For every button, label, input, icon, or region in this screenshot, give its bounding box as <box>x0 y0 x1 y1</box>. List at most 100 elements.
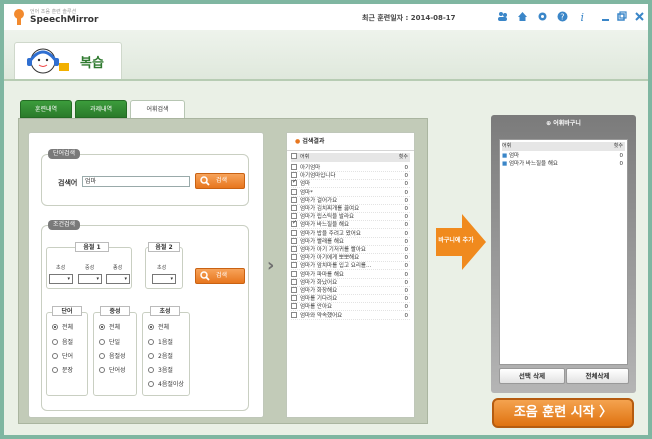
syll1-final-select[interactable]: ▾ <box>106 274 130 284</box>
row-word: 아기엄마 <box>300 165 321 171</box>
syll1-medial-select[interactable]: ▾ <box>78 274 102 284</box>
basket-column-header: 어휘 횟수 <box>502 142 625 151</box>
close-icon[interactable] <box>634 11 645 22</box>
row-checkbox[interactable] <box>291 229 297 236</box>
row-count: 0 <box>404 255 409 262</box>
result-row[interactable]: 엄마가 바느질을 해요 0 <box>291 219 410 230</box>
result-row[interactable]: 엄마가 밥을 주려고 왔어요 0 <box>291 229 410 238</box>
medial-option-all[interactable]: 전체 <box>99 322 120 331</box>
results-title: 검색결과 <box>302 138 325 145</box>
search-keyword-input[interactable]: 엄마 <box>82 176 190 187</box>
users-icon[interactable] <box>497 11 508 22</box>
medial-option-syllabic[interactable]: 음절성 <box>99 351 126 360</box>
delete-all-button[interactable]: 전체삭제 <box>566 368 629 384</box>
row-word: 엄마가 빨래를 해요 <box>300 238 344 245</box>
result-row[interactable]: 엄마가 걸어가요 0 <box>291 196 410 205</box>
result-row[interactable]: 아기엄마 0 <box>291 164 410 172</box>
syll1-initial-select[interactable]: ▾ <box>49 274 73 284</box>
initial-option-all[interactable]: 전체 <box>148 322 169 331</box>
row-word: 엄마가 화났어요 <box>300 279 338 286</box>
condition-search-button[interactable]: 검색 <box>195 268 245 284</box>
row-checkbox[interactable] <box>291 164 297 170</box>
tab-assignment-history[interactable]: 과제내역 <box>75 100 127 118</box>
unit-option-syllable[interactable]: 음절 <box>52 337 73 346</box>
result-row[interactable]: 엄마가 아기에게 뽀뽀해요 0 <box>291 254 410 263</box>
result-row[interactable]: 엄마가 앞치마를 입고 요리를... 0 <box>291 262 410 271</box>
row-checkbox[interactable] <box>291 205 297 211</box>
row-word: 엄마가 김치찌개를 끓여요 <box>300 206 360 212</box>
initial-option-1[interactable]: 1음절 <box>148 337 173 346</box>
row-checkbox[interactable] <box>291 196 297 203</box>
result-row[interactable]: 엄마가 립스틱을 발라요 0 <box>291 213 410 222</box>
search-results: ● 검색결과 어휘횟수 아기엄마0아기엄마입니다0엄마0엄마*0엄마가 걸어가요… <box>286 132 415 418</box>
unit-option-sentence[interactable]: 문장 <box>52 365 73 374</box>
row-checkbox[interactable] <box>291 287 297 293</box>
row-count: 0 <box>404 279 409 286</box>
result-row[interactable]: 엄마가 화났어요 0 <box>291 278 410 287</box>
add-to-basket-button[interactable]: 바구니에 추가 <box>436 236 476 245</box>
row-word: 엄마가 아기 기저귀를 빨아요 <box>300 247 366 253</box>
result-row[interactable]: 엄마 0 <box>291 178 410 189</box>
basket-item[interactable]: ■ 엄마 0 <box>502 152 625 160</box>
help-icon[interactable]: ? <box>557 11 568 22</box>
row-checkbox[interactable] <box>291 270 297 277</box>
syll2-initial-select[interactable]: ▾ <box>152 274 176 284</box>
row-checkbox[interactable] <box>291 262 297 269</box>
tab-training-history[interactable]: 훈련내역 <box>20 100 72 118</box>
keyword-search-label: 검색 <box>216 177 228 184</box>
results-column-header: 어휘 횟수 <box>291 153 410 162</box>
keyword-search-button[interactable]: 검색 <box>195 173 245 189</box>
row-checkbox[interactable] <box>291 311 297 318</box>
row-checkbox[interactable] <box>291 237 297 244</box>
initial-option-4plus[interactable]: 4음절이상 <box>148 379 184 388</box>
basket-item[interactable]: ■ 엄마가 바느질을 해요 0 <box>502 160 625 168</box>
medial-option-wordlevel[interactable]: 단어성 <box>99 365 126 374</box>
restore-icon[interactable] <box>616 11 627 22</box>
row-checkbox[interactable] <box>291 246 297 252</box>
medial-group-title: 중성 <box>100 306 130 316</box>
unit-option-all[interactable]: 전체 <box>52 322 73 331</box>
svg-text:?: ? <box>560 13 564 22</box>
unit-group-title: 단어 <box>52 306 82 316</box>
delete-selected-button[interactable]: 선택 삭제 <box>499 368 565 384</box>
row-checkbox[interactable] <box>291 254 297 261</box>
row-checkbox[interactable] <box>291 295 297 302</box>
result-row[interactable]: 엄마와 약속했어요 0 <box>291 311 410 320</box>
initial-option-2[interactable]: 2음절 <box>148 351 173 360</box>
result-row[interactable]: 엄마가 파마를 해요 0 <box>291 270 410 279</box>
result-row[interactable]: 엄마를 안아요 0 <box>291 303 410 312</box>
row-count: 0 <box>404 288 409 294</box>
unit-option-word[interactable]: 단어 <box>52 351 73 360</box>
select-all-checkbox[interactable] <box>291 153 297 159</box>
row-word: 엄마가 파마를 해요 <box>300 271 344 278</box>
chevron-right-icon: › <box>267 255 275 276</box>
row-checkbox[interactable] <box>291 219 297 228</box>
row-count: 0 <box>404 181 409 188</box>
minimize-icon[interactable] <box>600 11 611 22</box>
row-word: 엄마가 립스틱을 발라요 <box>300 214 355 221</box>
settings-icon[interactable] <box>537 11 548 22</box>
row-checkbox[interactable] <box>291 188 297 195</box>
result-row[interactable]: 아기엄마입니다 0 <box>291 172 410 181</box>
row-checkbox[interactable] <box>291 178 297 187</box>
result-row[interactable]: 엄마를 기다려요 0 <box>291 295 410 304</box>
row-checkbox[interactable] <box>291 278 297 285</box>
medial-option-single[interactable]: 단일 <box>99 337 120 346</box>
result-row[interactable]: 엄마가 아기 기저귀를 빨아요 0 <box>291 246 410 254</box>
result-row[interactable]: 엄마가 김치찌개를 끓여요 0 <box>291 205 410 213</box>
row-count: 0 <box>404 206 409 212</box>
tab-word-search[interactable]: 어휘검색 <box>130 100 185 119</box>
initial-option-3[interactable]: 3음절 <box>148 365 173 374</box>
magnifier-icon <box>200 271 210 281</box>
row-checkbox[interactable] <box>291 213 297 220</box>
row-word: 엄마* <box>300 189 313 196</box>
row-checkbox[interactable] <box>291 172 297 179</box>
result-row[interactable]: 엄마가 화장해요 0 <box>291 287 410 295</box>
result-row[interactable]: 엄마* 0 <box>291 188 410 197</box>
last-training-date: 최근 훈련일자 : 2014-08-17 <box>362 14 456 22</box>
row-checkbox[interactable] <box>291 303 297 310</box>
start-training-button[interactable]: 조음 훈련 시작 〉 <box>492 398 634 428</box>
info-icon[interactable]: i <box>577 11 588 22</box>
result-row[interactable]: 엄마가 빨래를 해요 0 <box>291 237 410 246</box>
home-icon[interactable] <box>517 11 528 22</box>
